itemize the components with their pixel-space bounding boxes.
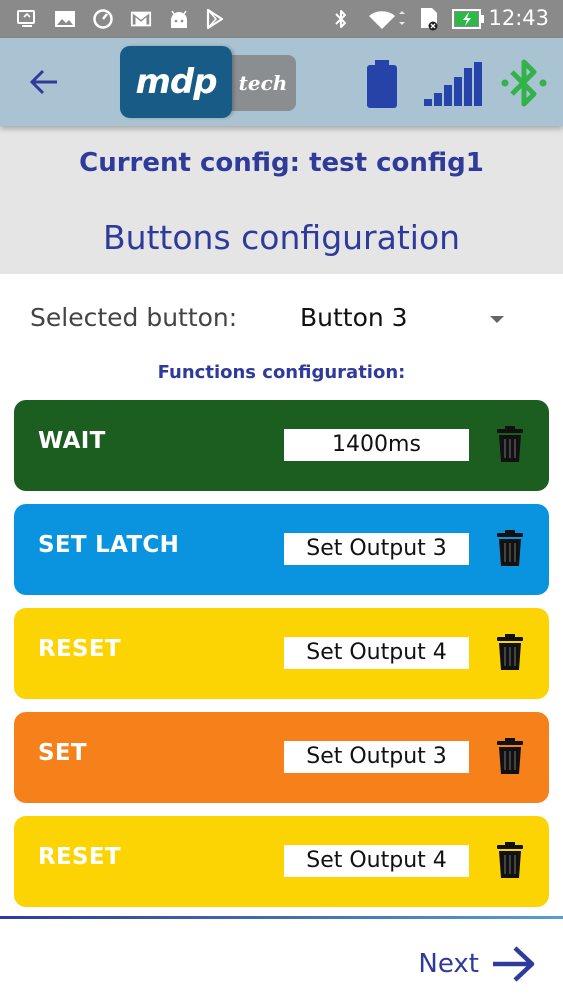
- back-button[interactable]: [24, 62, 64, 102]
- function-card-set-latch[interactable]: SET LATCH Set Output 3: [14, 504, 549, 595]
- current-config-label: Current config: test config1: [79, 148, 484, 178]
- function-label: SET: [38, 740, 87, 766]
- status-bar: 12:43: [0, 0, 563, 38]
- mdp-tech-logo: mdp tech: [120, 46, 296, 118]
- trash-icon[interactable]: [496, 530, 524, 566]
- wifi-icon: [366, 8, 406, 30]
- function-value-field[interactable]: Set Output 3: [284, 533, 469, 565]
- trash-icon[interactable]: [496, 634, 524, 670]
- function-label: RESET: [38, 636, 121, 662]
- function-card-reset[interactable]: RESET Set Output 4: [14, 816, 549, 907]
- next-button[interactable]: Next: [418, 940, 537, 988]
- page-title: Buttons configuration: [102, 218, 461, 257]
- function-label: RESET: [38, 844, 121, 870]
- functions-title: Functions configuration:: [157, 362, 406, 383]
- function-value-field[interactable]: Set Output 4: [284, 637, 469, 669]
- function-value-field[interactable]: 1400ms: [284, 429, 469, 461]
- function-card-set[interactable]: SET Set Output 3: [14, 712, 549, 803]
- gallery-icon: [54, 8, 76, 30]
- data-saver-icon: [92, 8, 114, 30]
- selected-button-dropdown[interactable]: Button 3: [300, 298, 522, 340]
- device-battery-icon: [365, 60, 399, 108]
- signal-strength-icon: [424, 62, 482, 106]
- play-store-icon: [204, 8, 226, 30]
- trash-icon[interactable]: [496, 738, 524, 774]
- selected-button-label: Selected button:: [30, 303, 238, 332]
- app-toolbar: mdp tech: [0, 38, 563, 126]
- next-label: Next: [418, 949, 479, 979]
- usb-icon: [16, 8, 38, 30]
- footer-divider: [0, 916, 563, 919]
- bluetooth-icon: [330, 8, 352, 30]
- sim-icon: [418, 8, 440, 31]
- android-icon: [168, 8, 190, 30]
- config-header: Current config: test config1 Buttons con…: [0, 126, 563, 274]
- function-label: WAIT: [38, 428, 106, 454]
- function-value-field[interactable]: Set Output 3: [284, 741, 469, 773]
- logo-main: mdp: [120, 46, 232, 118]
- gmail-icon: [130, 8, 152, 30]
- function-value-field[interactable]: Set Output 4: [284, 845, 469, 877]
- dropdown-arrow-icon: [490, 316, 504, 323]
- trash-icon[interactable]: [496, 842, 524, 878]
- battery-charging-icon: [452, 8, 486, 30]
- bluetooth-connected-icon: [500, 58, 548, 108]
- selected-button-value: Button 3: [300, 303, 408, 332]
- status-time: 12:43: [488, 6, 549, 30]
- function-card-wait[interactable]: WAIT 1400ms: [14, 400, 549, 491]
- arrow-left-icon: [29, 69, 57, 95]
- function-label: SET LATCH: [38, 532, 180, 558]
- arrow-right-icon: [493, 946, 535, 982]
- trash-icon[interactable]: [496, 426, 524, 462]
- function-card-reset[interactable]: RESET Set Output 4: [14, 608, 549, 699]
